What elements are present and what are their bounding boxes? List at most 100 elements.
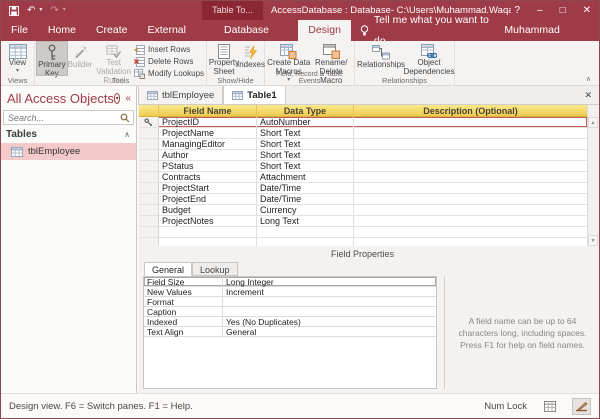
minimize-button[interactable]: – — [537, 1, 543, 20]
row-selector[interactable] — [139, 161, 159, 171]
empty-field-row[interactable] — [139, 227, 587, 238]
property-value[interactable] — [223, 297, 436, 306]
data-type-cell[interactable]: Currency — [257, 205, 354, 215]
indexes-button[interactable]: Indexes — [239, 42, 263, 75]
search-icon[interactable] — [120, 113, 133, 123]
header-field-name[interactable]: Field Name — [159, 105, 257, 116]
row-selector[interactable] — [139, 117, 159, 127]
scroll-up-icon[interactable]: ▲ — [588, 117, 598, 128]
field-row-author[interactable]: Author Short Text — [139, 150, 587, 161]
design-view-button[interactable] — [572, 398, 591, 415]
description-cell[interactable] — [354, 117, 587, 127]
datasheet-view-button[interactable] — [540, 398, 559, 415]
relationships-button[interactable]: Relationships — [357, 42, 405, 75]
description-cell[interactable] — [354, 194, 587, 204]
field-row-projectstart[interactable]: ProjectStart Date/Time — [139, 183, 587, 194]
property-row-caption[interactable]: Caption — [144, 307, 436, 317]
tab-design[interactable]: Design — [298, 20, 351, 41]
row-selector[interactable] — [139, 238, 159, 246]
field-row-projectend[interactable]: ProjectEnd Date/Time — [139, 194, 587, 205]
property-value[interactable]: Long Integer — [223, 277, 436, 286]
field-row-contracts[interactable]: Contracts Attachment — [139, 172, 587, 183]
account-name[interactable]: Muhammad Waqas — [504, 20, 599, 41]
property-value[interactable]: Increment — [223, 287, 436, 296]
data-type-cell[interactable]: Long Text — [257, 216, 354, 226]
description-cell[interactable] — [354, 128, 587, 138]
field-row-projectnotes[interactable]: ProjectNotes Long Text — [139, 216, 587, 227]
property-row-format[interactable]: Format — [144, 297, 436, 307]
data-type-cell[interactable]: Short Text — [257, 128, 354, 138]
row-selector[interactable] — [139, 139, 159, 149]
tab-general[interactable]: General — [144, 262, 192, 276]
nav-item-tblemployee[interactable]: tblEmployee — [1, 143, 136, 160]
tab-home[interactable]: Home — [38, 20, 86, 41]
row-selector[interactable] — [139, 205, 159, 215]
field-name-cell[interactable]: ProjectNotes — [159, 216, 257, 226]
tell-me-box[interactable]: Tell me what you want to do... — [351, 20, 504, 41]
search-input[interactable] — [4, 113, 120, 123]
description-cell[interactable] — [354, 172, 587, 182]
tab-database-tools[interactable]: Database Tools — [214, 20, 298, 41]
field-name-cell[interactable]: Contracts — [159, 172, 257, 182]
field-name-cell[interactable]: Author — [159, 150, 257, 160]
nav-menu-icon[interactable]: ▾ — [114, 93, 121, 104]
shutter-bar-icon[interactable]: « — [125, 93, 131, 104]
field-name-cell[interactable]: ProjectName — [159, 128, 257, 138]
row-selector[interactable] — [139, 172, 159, 182]
collapse-ribbon-icon[interactable]: ∧ — [586, 75, 591, 83]
close-document-icon[interactable]: ✕ — [577, 86, 599, 104]
property-value[interactable]: Yes (No Duplicates) — [223, 317, 436, 326]
data-type-cell[interactable]: Short Text — [257, 161, 354, 171]
property-row-indexed[interactable]: Indexed Yes (No Duplicates) — [144, 317, 436, 327]
close-button[interactable]: ✕ — [583, 1, 591, 20]
data-type-cell[interactable]: Attachment — [257, 172, 354, 182]
description-cell[interactable] — [354, 205, 587, 215]
field-row-managingeditor[interactable]: ManagingEditor Short Text — [139, 139, 587, 150]
row-selector[interactable] — [139, 194, 159, 204]
description-cell[interactable] — [354, 183, 587, 193]
description-cell[interactable] — [354, 139, 587, 149]
property-value[interactable]: General — [223, 327, 436, 336]
qat-customize-icon[interactable]: ▾ — [63, 1, 66, 20]
field-name-cell[interactable]: Budget — [159, 205, 257, 215]
undo-dropdown-icon[interactable]: ▾ — [39, 1, 42, 20]
field-name-cell[interactable]: PStatus — [159, 161, 257, 171]
tab-file[interactable]: File — [1, 20, 38, 41]
property-row-new-values[interactable]: New Values Increment — [144, 287, 436, 297]
tab-external-data[interactable]: External Data — [137, 20, 214, 41]
row-selector[interactable] — [139, 227, 159, 237]
property-sheet-button[interactable]: Property Sheet — [209, 42, 239, 75]
row-selector[interactable] — [139, 150, 159, 160]
maximize-button[interactable]: □ — [560, 1, 566, 20]
nav-group-tables[interactable]: Tables ∧ — [1, 125, 136, 143]
object-dependencies-button[interactable]: Object Dependencies — [405, 42, 453, 75]
tab-create[interactable]: Create — [86, 20, 138, 41]
row-selector[interactable] — [139, 128, 159, 138]
undo-icon[interactable]: ↶ — [27, 1, 35, 20]
field-name-cell[interactable]: ProjectStart — [159, 183, 257, 193]
data-type-cell[interactable]: Date/Time — [257, 194, 354, 204]
field-row-projectname[interactable]: ProjectName Short Text — [139, 128, 587, 139]
doc-tab-table1[interactable]: Table1 — [223, 86, 285, 104]
field-row-projectid[interactable]: ProjectID AutoNumber — [139, 117, 587, 128]
property-row-field-size[interactable]: Field Size Long Integer — [144, 277, 436, 287]
scroll-down-icon[interactable]: ▼ — [588, 235, 598, 246]
doc-tab-tblemployee[interactable]: tblEmployee — [138, 86, 223, 104]
header-data-type[interactable]: Data Type — [257, 105, 354, 116]
view-button[interactable]: View ▾ — [3, 42, 32, 75]
data-type-cell[interactable]: AutoNumber — [257, 117, 354, 127]
empty-field-row[interactable] — [139, 238, 587, 246]
field-name-cell[interactable]: ManagingEditor — [159, 139, 257, 149]
help-button[interactable]: ? — [514, 1, 520, 20]
delete-rows-button[interactable]: Delete Rows — [134, 56, 204, 67]
property-value[interactable] — [223, 307, 436, 316]
tab-lookup[interactable]: Lookup — [192, 262, 238, 276]
header-description[interactable]: Description (Optional) — [354, 105, 587, 116]
grid-vertical-scrollbar[interactable]: ▲ ▼ — [587, 105, 598, 246]
field-row-budget[interactable]: Budget Currency — [139, 205, 587, 216]
row-selector[interactable] — [139, 183, 159, 193]
property-row-text-align[interactable]: Text Align General — [144, 327, 436, 337]
data-type-cell[interactable]: Date/Time — [257, 183, 354, 193]
save-icon[interactable] — [9, 6, 19, 16]
description-cell[interactable] — [354, 216, 587, 226]
